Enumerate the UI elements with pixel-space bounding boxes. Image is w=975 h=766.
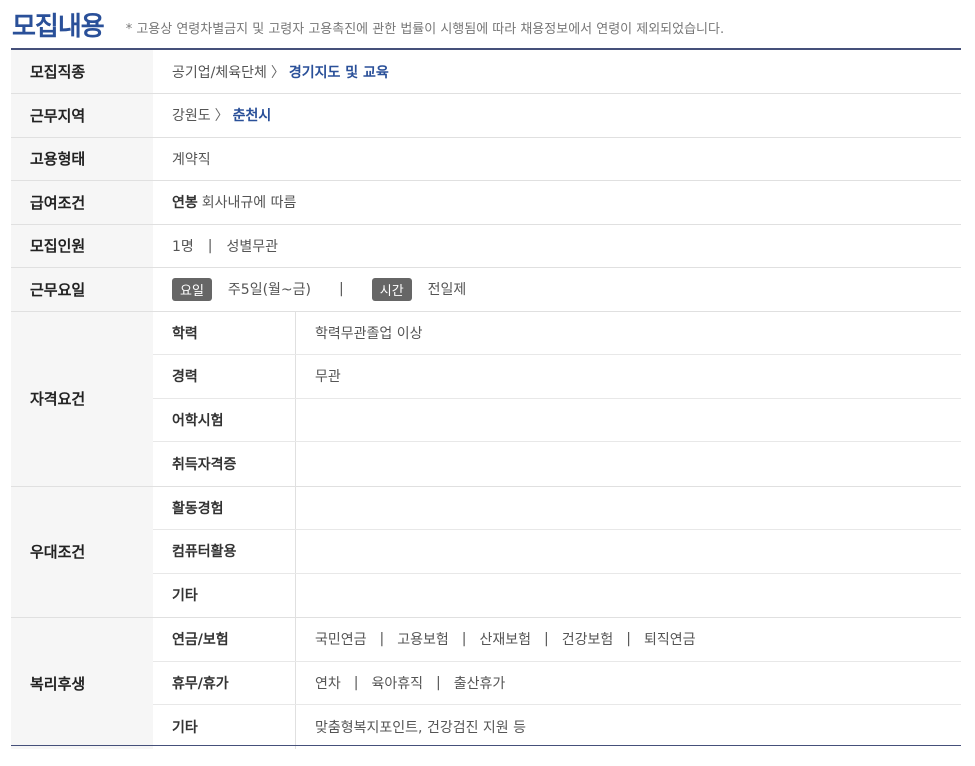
group-label: 복리후생: [11, 618, 153, 749]
item-label: 기타: [153, 573, 296, 617]
item-label: 경력: [153, 355, 296, 398]
row-value: 공기업/체육단체 〉 경기지도 및 교육: [153, 50, 961, 93]
item-value: 무관: [315, 369, 341, 386]
item-value: [296, 442, 961, 486]
item-label: 휴무/휴가: [153, 661, 296, 704]
row-label: 급여조건: [11, 181, 153, 224]
preference-item: 컴퓨터활용: [153, 530, 961, 574]
recruitment-details: 모집내용 * 고용상 연령차별금지 및 고령자 고용촉진에 관한 법률이 시행됨…: [0, 0, 975, 766]
age-discrimination-note: * 고용상 연령차별금지 및 고령자 고용촉진에 관한 법률이 시행됨에 따라 …: [125, 21, 725, 37]
item-value: [296, 487, 961, 530]
item-value: 국민연금 | 고용보험 | 산재보험 | 건강보험 | 퇴직연금: [296, 618, 961, 661]
row-value: 계약직: [172, 151, 211, 168]
day-value: 주5일(월~금): [227, 282, 312, 299]
item-value: 연차 | 육아휴직 | 출산휴가: [296, 662, 961, 705]
item-label: 취득자격증: [153, 442, 296, 486]
time-value: 전일제: [427, 282, 467, 299]
city-link[interactable]: 춘천시: [233, 105, 272, 125]
qualification-item: 경력 무관: [153, 355, 961, 399]
row-label: 근무지역: [11, 94, 153, 137]
details-table: 모집직종 공기업/체육단체 〉 경기지도 및 교육 근무지역 강원도 〉 춘천시…: [11, 48, 961, 749]
chevron-right-icon: 〉: [270, 64, 285, 81]
row-job-type: 모집직종 공기업/체육단체 〉 경기지도 및 교육: [11, 50, 961, 94]
group-preference: 우대조건 활동경험 컴퓨터활용 기타: [11, 486, 961, 618]
item-value: [296, 530, 961, 573]
qualification-item: 취득자격증: [153, 442, 961, 486]
welfare-item: 휴무/휴가 연차 | 육아휴직 | 출산휴가: [153, 661, 961, 705]
qualification-items: 학력 학력무관졸업 이상 경력 무관 어학시험 취득자격증: [153, 311, 961, 486]
recruit-gender: 성별무관: [226, 238, 279, 255]
salary-value: 회사내규에 따름: [201, 195, 297, 212]
welfare-item: 연금/보험 국민연금 | 고용보험 | 산재보험 | 건강보험 | 퇴직연금: [153, 618, 961, 662]
group-qualification: 자격요건 학력 학력무관졸업 이상 경력 무관 어학시험 취득자격증: [11, 311, 961, 487]
preference-item: 기타: [153, 573, 961, 618]
item-label: 어학시험: [153, 398, 296, 441]
item-label: 기타: [153, 705, 296, 749]
group-label: 우대조건: [11, 486, 153, 617]
item-value: [296, 399, 961, 442]
item-label: 학력: [153, 311, 296, 354]
welfare-value: 고용보험: [397, 632, 449, 649]
welfare-value: 육아휴직: [371, 675, 424, 692]
job-subcategory-link[interactable]: 경기지도 및 교육: [289, 62, 389, 82]
preference-item: 활동경험: [153, 486, 961, 530]
welfare-items: 연금/보험 국민연금 | 고용보험 | 산재보험 | 건강보험 | 퇴직연금 휴…: [153, 618, 961, 749]
row-label: 고용형태: [11, 137, 153, 180]
item-value: 학력무관졸업 이상: [315, 325, 423, 342]
table-bottom-border: [11, 745, 961, 746]
row-location: 근무지역 강원도 〉 춘천시: [11, 94, 961, 138]
separator: |: [626, 631, 631, 648]
item-label: 연금/보험: [153, 618, 296, 661]
separator: |: [436, 674, 441, 691]
salary-kind: 연봉: [172, 195, 198, 212]
day-badge: 요일: [172, 277, 212, 301]
preference-items: 활동경험 컴퓨터활용 기타: [153, 486, 961, 618]
row-label: 근무요일: [11, 268, 153, 311]
row-value: 1명 | 성별무관: [153, 225, 961, 268]
item-value: [296, 574, 961, 618]
group-label: 자격요건: [11, 311, 153, 486]
qualification-item: 학력 학력무관졸업 이상: [153, 311, 961, 355]
row-label: 모집직종: [11, 50, 153, 93]
row-recruit: 모집인원 1명 | 성별무관: [11, 224, 961, 268]
row-employment: 고용형태 계약직: [11, 137, 961, 181]
row-workday: 근무요일 요일 주5일(월~금) | 시간 전일제: [11, 268, 961, 312]
welfare-value: 퇴직연금: [644, 632, 696, 649]
section-title: 모집내용: [12, 11, 105, 42]
separator: |: [544, 631, 549, 648]
job-category-link[interactable]: 공기업/체육단체: [172, 62, 267, 82]
welfare-value: 맞춤형복지포인트, 건강검진 지원 등: [315, 719, 526, 736]
row-salary: 급여조건 연봉 회사내규에 따름: [11, 181, 961, 225]
welfare-value: 국민연금: [315, 632, 367, 649]
row-value: 요일 주5일(월~금) | 시간 전일제: [153, 268, 961, 311]
row-value: 연봉 회사내규에 따름: [153, 181, 961, 224]
item-label: 활동경험: [153, 486, 296, 529]
item-label: 컴퓨터활용: [153, 530, 296, 573]
province-link[interactable]: 강원도: [172, 105, 211, 125]
welfare-value: 건강보험: [561, 632, 614, 649]
separator: |: [339, 281, 344, 298]
section-header: 모집내용 * 고용상 연령차별금지 및 고령자 고용촉진에 관한 법률이 시행됨…: [12, 6, 724, 42]
group-welfare: 복리후생 연금/보험 국민연금 | 고용보험 | 산재보험 | 건강보험 | 퇴…: [11, 618, 961, 749]
item-value: 맞춤형복지포인트, 건강검진 지원 등: [296, 705, 961, 749]
row-value: 강원도 〉 춘천시: [153, 94, 961, 137]
welfare-value: 연차: [315, 675, 341, 692]
separator: |: [461, 631, 467, 648]
qualification-item: 어학시험: [153, 398, 961, 442]
separator: |: [207, 237, 213, 254]
time-badge: 시간: [371, 277, 412, 301]
separator: |: [353, 674, 359, 691]
welfare-item: 기타 맞춤형복지포인트, 건강검진 지원 등: [153, 705, 961, 749]
separator: |: [379, 631, 385, 648]
row-label: 모집인원: [11, 224, 153, 267]
recruit-count: 1명: [172, 238, 194, 255]
welfare-value: 산재보험: [479, 632, 532, 649]
welfare-value: 출산휴가: [453, 675, 506, 692]
chevron-right-icon: 〉: [214, 108, 229, 125]
